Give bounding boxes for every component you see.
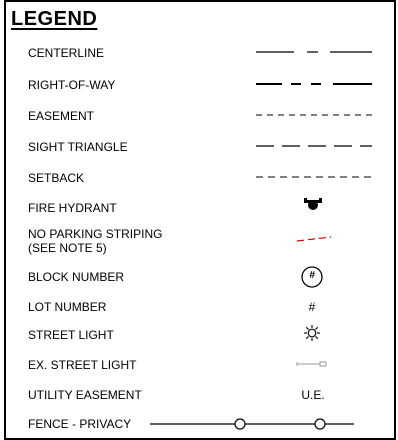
label-street-light: STREET LIGHT: [28, 328, 114, 342]
block-number-symbol: #: [309, 270, 315, 281]
label-setback: SETBACK: [28, 171, 85, 185]
street-light-icon: [304, 325, 320, 341]
label-no-parking-striping: NO PARKING STRIPING (SEE NOTE 5): [28, 227, 162, 255]
easement-linetype: [256, 114, 372, 116]
legend-frame: [4, 0, 396, 440]
label-block-number: BLOCK NUMBER: [28, 270, 125, 284]
fire-hydrant-icon: [304, 198, 322, 210]
existing-street-light-icon: [296, 361, 327, 367]
label-utility-easement: UTILITY EASEMENT: [28, 388, 142, 402]
label-fence-privacy: FENCE - PRIVACY: [28, 417, 132, 431]
legend-title: LEGEND: [11, 8, 98, 30]
label-lot-number: LOT NUMBER: [28, 300, 107, 314]
setback-linetype: [256, 176, 372, 178]
label-no-parking-line2: (SEE NOTE 5): [28, 241, 107, 255]
label-right-of-way: RIGHT-OF-WAY: [28, 78, 116, 92]
lot-number-symbol: #: [308, 300, 316, 314]
label-easement: EASEMENT: [28, 109, 95, 123]
label-ex-street-light: EX. STREET LIGHT: [28, 358, 137, 372]
label-centerline: CENTERLINE: [28, 46, 105, 60]
label-fire-hydrant: FIRE HYDRANT: [28, 201, 117, 215]
fence-privacy-linetype: [150, 418, 354, 430]
right-of-way-linetype: [256, 83, 372, 85]
utility-easement-symbol: U.E.: [301, 388, 325, 402]
label-sight-triangle: SIGHT TRIANGLE: [28, 140, 128, 154]
no-parking-striping-linetype: [296, 236, 332, 242]
sight-triangle-linetype: [256, 145, 372, 147]
label-no-parking-line1: NO PARKING STRIPING: [28, 227, 163, 241]
centerline-linetype: [256, 51, 372, 53]
